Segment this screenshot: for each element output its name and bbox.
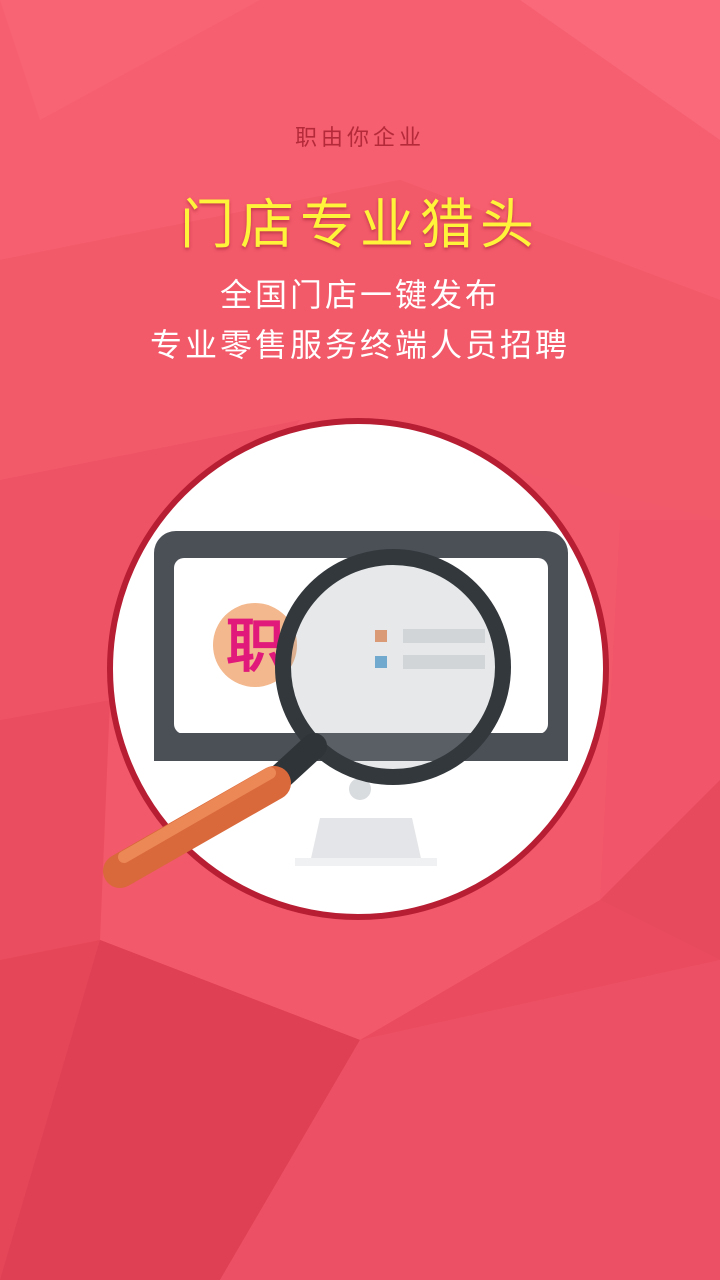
search-illustration: 职 <box>103 418 609 920</box>
subline-recruitment: 专业零售服务终端人员招聘 <box>149 326 570 364</box>
splash-screen: 职由你企业 门店专业猎头 全国门店一键发布 专业零售服务终端人员招聘 职 <box>0 0 720 1280</box>
subline-publish: 全国门店一键发布 <box>219 276 500 314</box>
headline: 门店专业猎头 <box>180 193 540 256</box>
tagline: 职由你企业 <box>294 126 425 151</box>
